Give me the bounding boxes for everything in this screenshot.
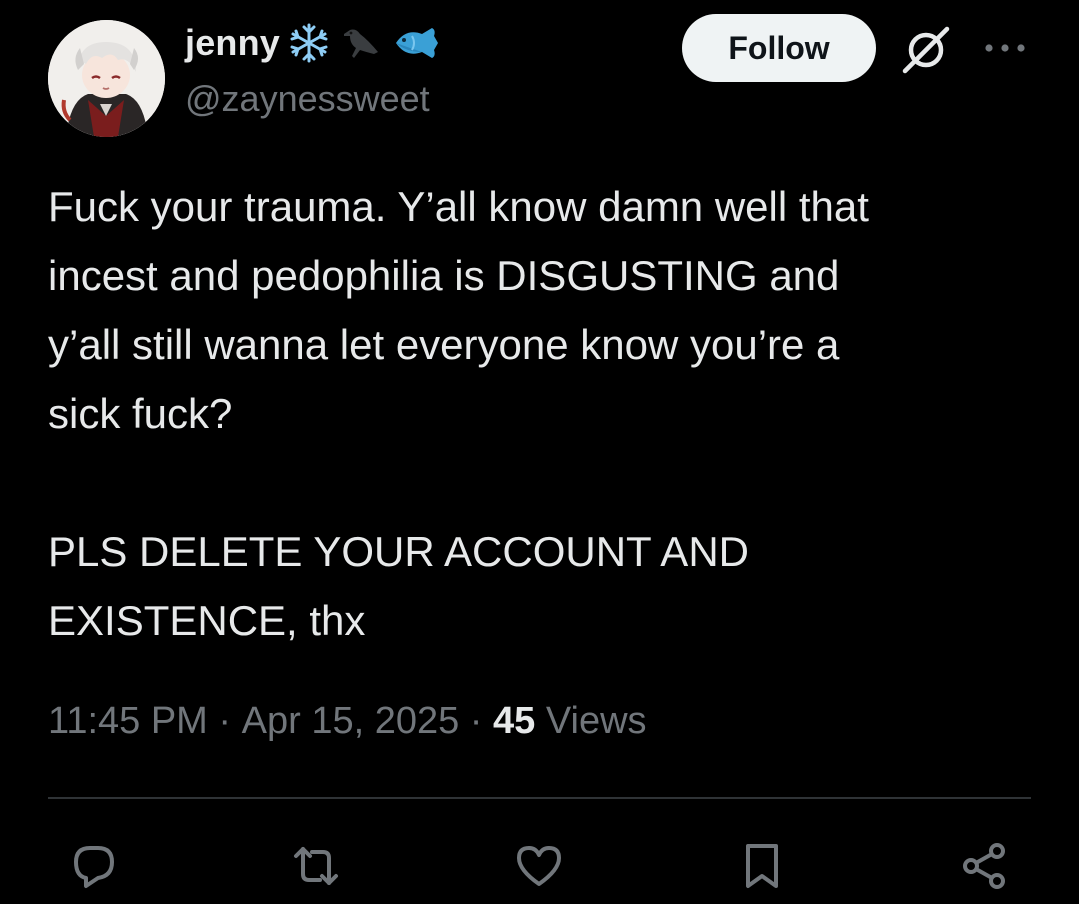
post-paragraph-1: Fuck your trauma. Y’all know damn well t… [48,183,869,437]
avatar[interactable] [48,20,165,137]
views-label: Views [545,700,647,742]
crow-emoji [338,22,384,64]
repost-icon[interactable] [288,838,344,894]
divider [48,797,1031,799]
post-detail: jenny @zaynessweet Follow Fuck your trau… [0,0,1079,904]
avatar-image [48,20,165,137]
grok-icon[interactable] [898,22,954,78]
author-handle[interactable]: @zaynessweet [185,78,430,120]
reply-icon[interactable] [66,838,122,894]
share-icon[interactable] [957,838,1013,894]
post-date[interactable]: Apr 15, 2025 [242,700,460,743]
post-text: Fuck your trauma. Y’all know damn well t… [48,172,1038,655]
post-metadata: 11:45 PM · Apr 15, 2025 · 45 Views [48,700,647,743]
meta-separator: · [469,700,483,742]
more-icon[interactable] [982,38,1028,58]
display-name[interactable]: jenny [185,22,280,64]
follow-button[interactable]: Follow [682,14,876,82]
views-count: 45 [493,700,536,742]
post-time[interactable]: 11:45 PM [48,700,208,743]
bookmark-icon[interactable] [734,838,790,894]
post-paragraph-2: PLS DELETE YOUR ACCOUNT AND EXISTENCE, t… [48,528,749,644]
fish-emoji [392,22,442,64]
snowflake-emoji [288,22,330,64]
like-icon[interactable] [511,838,567,894]
author-name-row: jenny [185,18,442,68]
action-bar [0,830,1079,904]
meta-separator: · [218,700,232,742]
